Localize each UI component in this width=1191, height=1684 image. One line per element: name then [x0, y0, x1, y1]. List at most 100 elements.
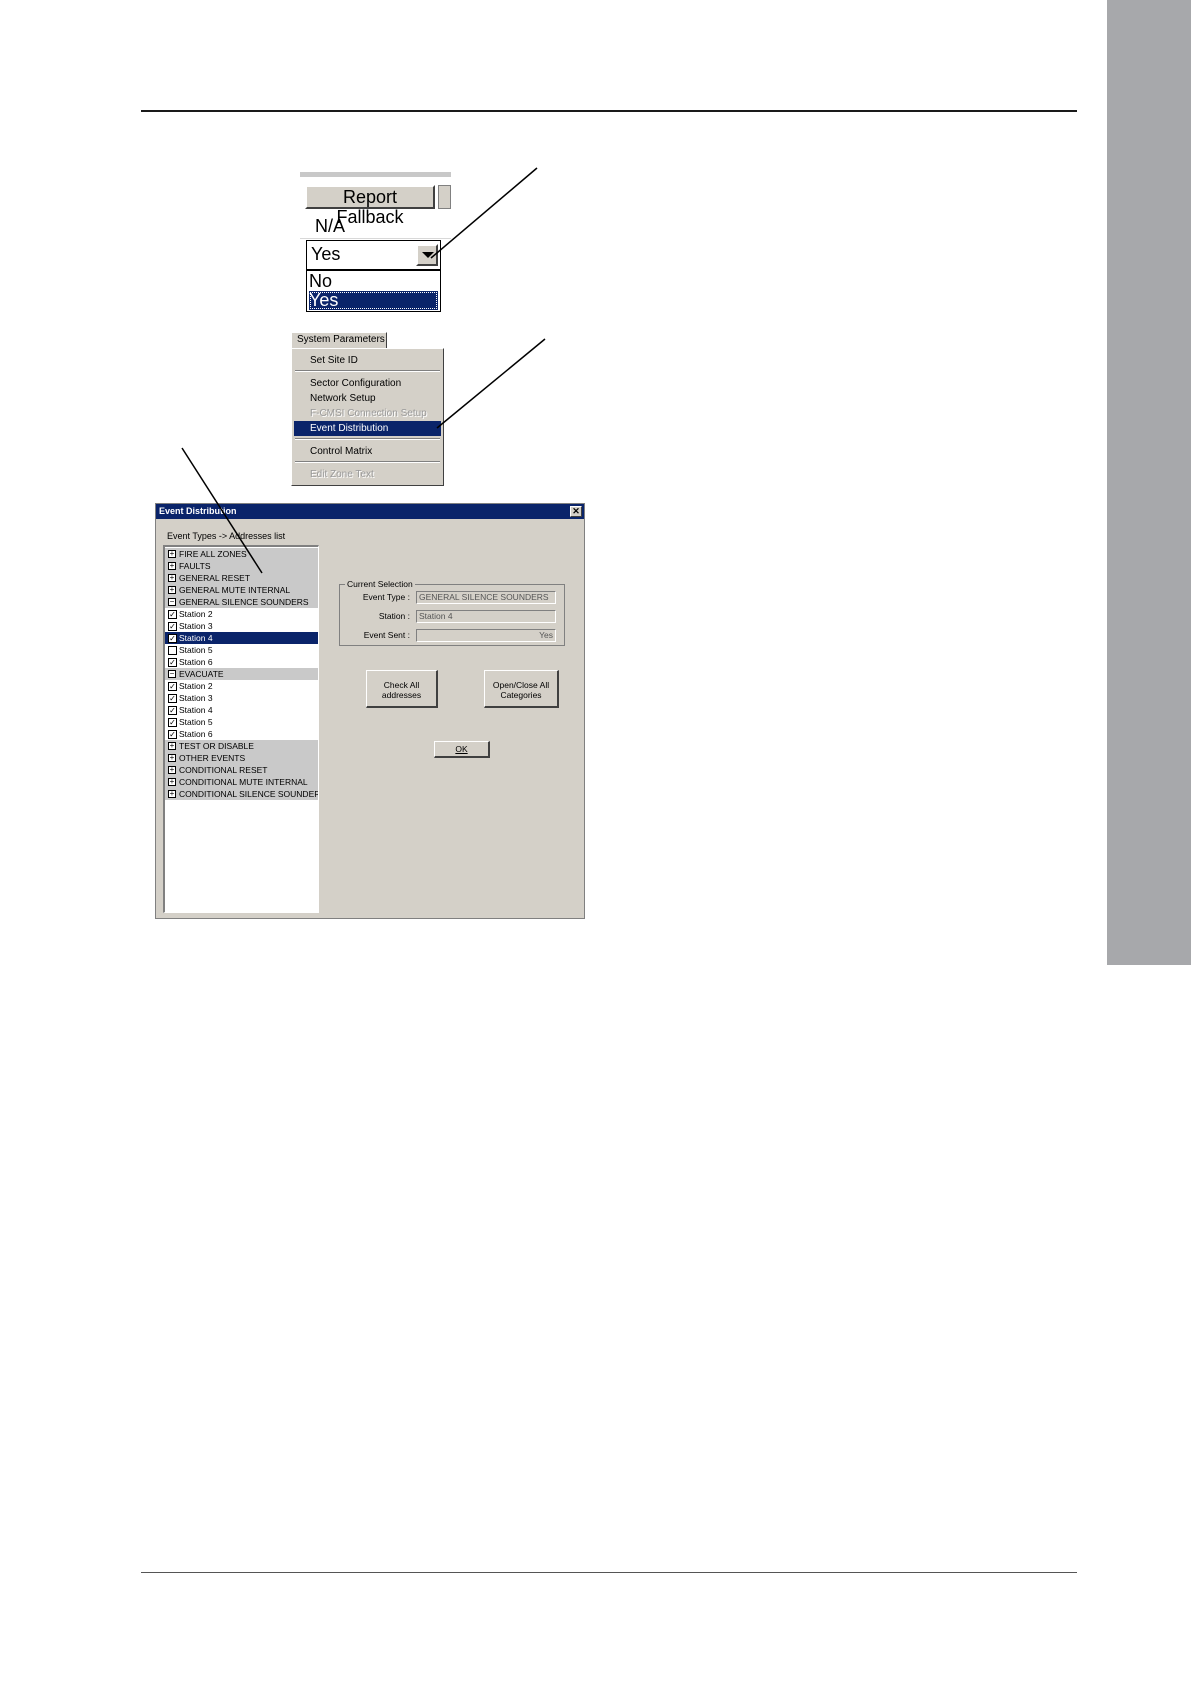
unchecked-checkbox[interactable]: [168, 646, 177, 655]
tree-label: GENERAL SILENCE SOUNDERS: [179, 597, 309, 607]
tree-item[interactable]: ✓ Station 3: [165, 692, 318, 704]
option-no[interactable]: No: [309, 272, 436, 291]
expand-icon[interactable]: +: [168, 778, 176, 786]
checked-checkbox[interactable]: ✓: [168, 634, 177, 643]
tree-label: TEST OR DISABLE: [179, 741, 254, 751]
tree-label: Station 3: [179, 621, 213, 631]
current-selection-group: Current Selection Event Type : GENERAL S…: [339, 579, 565, 646]
menu-item-sector-configuration[interactable]: Sector Configuration: [294, 376, 441, 391]
grid-line: [300, 238, 451, 239]
checked-checkbox[interactable]: ✓: [168, 718, 177, 727]
tree-label: CONDITIONAL MUTE INTERNAL: [179, 777, 308, 787]
tree-category[interactable]: + OTHER EVENTS: [165, 752, 318, 764]
menu-separator: [295, 370, 440, 372]
tree-category[interactable]: − EVACUATE: [165, 668, 318, 680]
checked-checkbox[interactable]: ✓: [168, 694, 177, 703]
checked-checkbox[interactable]: ✓: [168, 682, 177, 691]
event-distribution-dialog: Event Distribution ✕ Event Types -> Addr…: [155, 503, 585, 919]
tree-item[interactable]: Station 5: [165, 644, 318, 656]
report-fallback-column: Report Fallback N/A Yes No Yes: [300, 172, 451, 320]
system-parameters-dropdown: Set Site ID Sector Configuration Network…: [291, 348, 444, 486]
expand-icon[interactable]: +: [168, 562, 176, 570]
event-sent-field: Yes: [416, 629, 556, 642]
report-fallback-options-list: No Yes: [306, 270, 441, 312]
callout-line-menu: [436, 338, 546, 429]
dialog-title: Event Distribution: [159, 506, 237, 516]
checked-checkbox[interactable]: ✓: [168, 730, 177, 739]
ok-button[interactable]: OK: [434, 741, 490, 758]
checked-checkbox[interactable]: ✓: [168, 622, 177, 631]
tree-label: FIRE ALL ZONES: [179, 549, 247, 559]
tree-item[interactable]: ✓ Station 4: [165, 704, 318, 716]
tree-label: Station 4: [179, 705, 213, 715]
event-sent-label: Event Sent :: [363, 630, 410, 640]
tree-category[interactable]: + TEST OR DISABLE: [165, 740, 318, 752]
tree-label: Station 2: [179, 681, 213, 691]
dropdown-arrow-button[interactable]: [416, 244, 438, 266]
tree-category[interactable]: + GENERAL RESET: [165, 572, 318, 584]
event-types-tree[interactable]: + FIRE ALL ZONES + FAULTS + GENERAL RESET + GEN…: [163, 545, 319, 913]
expand-icon[interactable]: +: [168, 574, 176, 582]
tree-label: Station 6: [179, 657, 213, 667]
menu-item-set-site-id[interactable]: Set Site ID: [294, 353, 441, 368]
station-label: Station :: [378, 611, 410, 621]
next-column-header[interactable]: [438, 185, 451, 209]
column-header-strip: [300, 172, 451, 177]
tree-label: CONDITIONAL RESET: [179, 765, 268, 775]
menu-separator: [295, 438, 440, 440]
collapse-icon[interactable]: −: [168, 670, 176, 678]
chevron-down-icon: [422, 252, 434, 258]
top-rule: [141, 110, 1077, 112]
station-field: Station 4: [416, 610, 556, 623]
system-parameters-menu[interactable]: System Parameters: [291, 332, 387, 348]
tree-category[interactable]: + FIRE ALL ZONES: [165, 548, 318, 560]
checked-checkbox[interactable]: ✓: [168, 658, 177, 667]
menu-item-edit-zone-text: Edit Zone Text: [310, 469, 374, 480]
tree-item[interactable]: ✓ Station 2: [165, 608, 318, 620]
tree-item[interactable]: ✓ Station 6: [165, 728, 318, 740]
expand-icon[interactable]: +: [168, 754, 176, 762]
event-type-field: GENERAL SILENCE SOUNDERS: [416, 591, 556, 604]
tree-category[interactable]: − GENERAL SILENCE SOUNDERS: [165, 596, 318, 608]
check-all-addresses-button[interactable]: Check All addresses: [366, 670, 438, 708]
tree-category[interactable]: + CONDITIONAL SILENCE SOUNDERS: [165, 788, 318, 800]
menu-item-fcmsi-connection-setup: F-CMSI Connection Setup: [310, 408, 427, 419]
combo-value: Yes: [311, 244, 341, 264]
event-type-label: Event Type :: [362, 592, 410, 602]
tree-category[interactable]: + FAULTS: [165, 560, 318, 572]
tree-label: GENERAL MUTE INTERNAL: [179, 585, 291, 595]
tree-label: EVACUATE: [179, 669, 224, 679]
checked-checkbox[interactable]: ✓: [168, 610, 177, 619]
close-icon[interactable]: ✕: [570, 506, 582, 517]
menu-item-network-setup[interactable]: Network Setup: [294, 391, 441, 406]
menu-item-event-distribution[interactable]: Event Distribution: [294, 421, 441, 436]
expand-icon[interactable]: +: [168, 766, 176, 774]
expand-icon[interactable]: +: [168, 742, 176, 750]
tree-label: Station 2: [179, 609, 213, 619]
report-fallback-header[interactable]: Report Fallback: [305, 185, 435, 227]
menu-item-control-matrix[interactable]: Control Matrix: [294, 444, 441, 459]
tree-category[interactable]: + CONDITIONAL RESET: [165, 764, 318, 776]
tree-item[interactable]: ✓ Station 6: [165, 656, 318, 668]
bottom-rule: [141, 1572, 1077, 1573]
tree-item[interactable]: ✓ Station 4: [165, 632, 318, 644]
tree-label: Station 3: [179, 693, 213, 703]
expand-icon[interactable]: +: [168, 550, 176, 558]
option-yes[interactable]: Yes: [309, 291, 438, 310]
tree-label: OTHER EVENTS: [179, 753, 246, 763]
expand-icon[interactable]: +: [168, 790, 176, 798]
tree-item[interactable]: ✓ Station 5: [165, 716, 318, 728]
checked-checkbox[interactable]: ✓: [168, 706, 177, 715]
group-legend: Current Selection: [345, 579, 415, 589]
tree-category[interactable]: + CONDITIONAL MUTE INTERNAL: [165, 776, 318, 788]
tree-label: Station 5: [179, 645, 213, 655]
open-close-all-categories-button[interactable]: Open/Close All Categories: [484, 670, 559, 708]
tree-item[interactable]: ✓ Station 3: [165, 620, 318, 632]
collapse-icon[interactable]: −: [168, 598, 176, 606]
tree-item[interactable]: ✓ Station 2: [165, 680, 318, 692]
menu-separator: [295, 461, 440, 463]
report-fallback-combo[interactable]: Yes: [306, 240, 441, 270]
expand-icon[interactable]: +: [168, 586, 176, 594]
tree-label: GENERAL RESET: [179, 573, 251, 583]
tree-category[interactable]: + GENERAL MUTE INTERNAL: [165, 584, 318, 596]
